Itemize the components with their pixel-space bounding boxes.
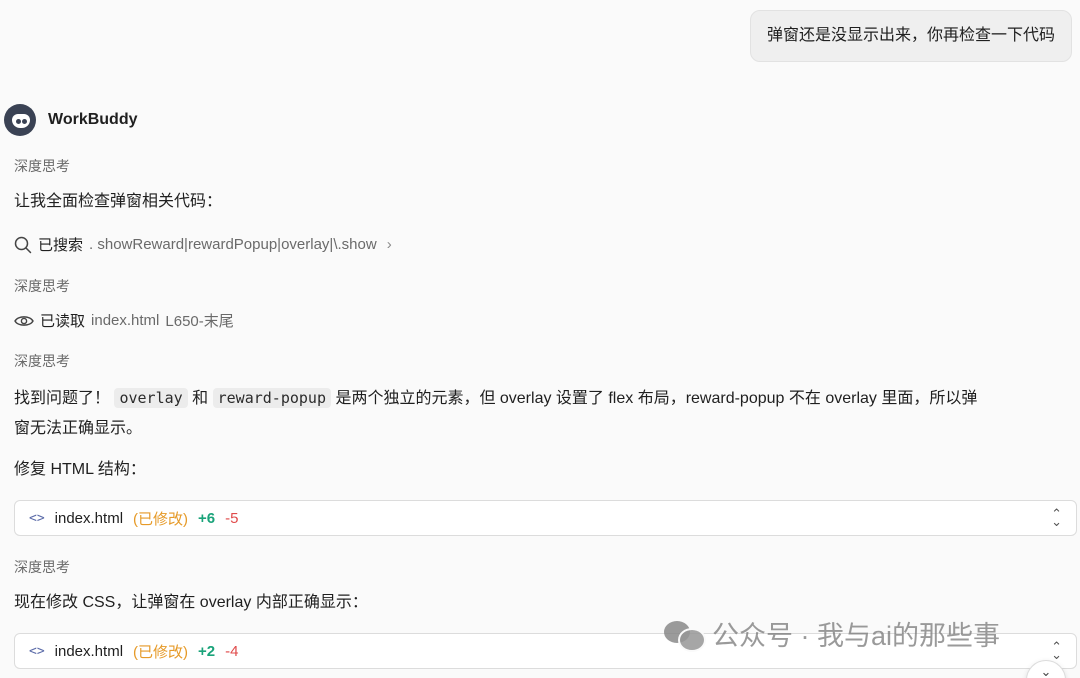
deep-thinking-label[interactable]: 深度思考 [14,276,1076,296]
file-change-card[interactable]: <> index.html (已修改) +6 -5 ⌃ ⌄ [14,500,1077,536]
finding-text-line2: 窗无法正确显示。 [14,420,143,437]
code-icon: <> [29,510,45,526]
deep-thinking-label[interactable]: 深度思考 [14,557,1076,577]
file-name: index.html [54,509,124,527]
search-tool-line[interactable]: 已搜索 . showReward|rewardPopup|overlay|\.s… [14,234,1076,255]
search-label: 已搜索 [38,237,84,254]
inline-code-reward-popup: reward-popup [212,388,331,408]
read-file: index.html [91,312,160,329]
modified-badge: (已修改) [133,643,189,661]
lines-removed: -5 [225,509,239,527]
inline-code-overlay: overlay [114,388,188,408]
expand-collapse-icon[interactable]: ⌃ ⌄ [1051,640,1062,661]
eye-icon [14,315,34,326]
read-tool-line[interactable]: 已读取 index.html L650-末尾 [14,310,1076,331]
file-change-card[interactable]: <> index.html (已修改) +2 -4 ⌃ ⌄ [14,633,1077,669]
assistant-text-fix-html: 修复 HTML 结构： [14,461,146,478]
lines-removed: -4 [225,642,239,660]
assistant-text-intro: 让我全面检查弹窗相关代码： [14,193,223,210]
finding-conjunction: 和 [192,390,209,407]
finding-prefix: 找到问题了！ [14,390,111,407]
lines-added: +6 [198,509,216,527]
read-label: 已读取 [40,313,86,330]
chat-page: 弹窗还是没显示出来，你再检查一下代码 WorkBuddy 深度思考 让我全面检查… [0,0,1080,678]
assistant-name: WorkBuddy [48,111,138,128]
assistant-avatar [4,104,36,136]
modified-badge: (已修改) [133,510,189,528]
assistant-header: WorkBuddy [4,104,137,136]
expand-collapse-icon[interactable]: ⌃ ⌄ [1051,507,1062,528]
deep-thinking-label[interactable]: 深度思考 [14,351,1076,371]
chevron-down-icon: ⌄ [1040,664,1052,678]
search-icon [14,236,32,253]
code-icon: <> [29,643,45,659]
deep-thinking-label[interactable]: 深度思考 [14,156,1076,176]
file-name: index.html [54,642,124,660]
user-message-bubble: 弹窗还是没显示出来，你再检查一下代码 [749,10,1072,62]
read-range: L650-末尾 [165,313,234,330]
chevron-right-icon: › [386,236,392,253]
assistant-text-fix-css: 现在修改 CSS，让弹窗在 overlay 内部正确显示： [14,594,368,611]
search-query: . showReward|rewardPopup|overlay|\.show [89,236,377,253]
assistant-text-finding: 找到问题了！ overlay 和 reward-popup 是两个独立的元素，但… [14,383,1076,444]
finding-text-line1: 是两个独立的元素，但 overlay 设置了 flex 布局，reward-po… [335,390,978,407]
lines-added: +2 [198,642,216,660]
